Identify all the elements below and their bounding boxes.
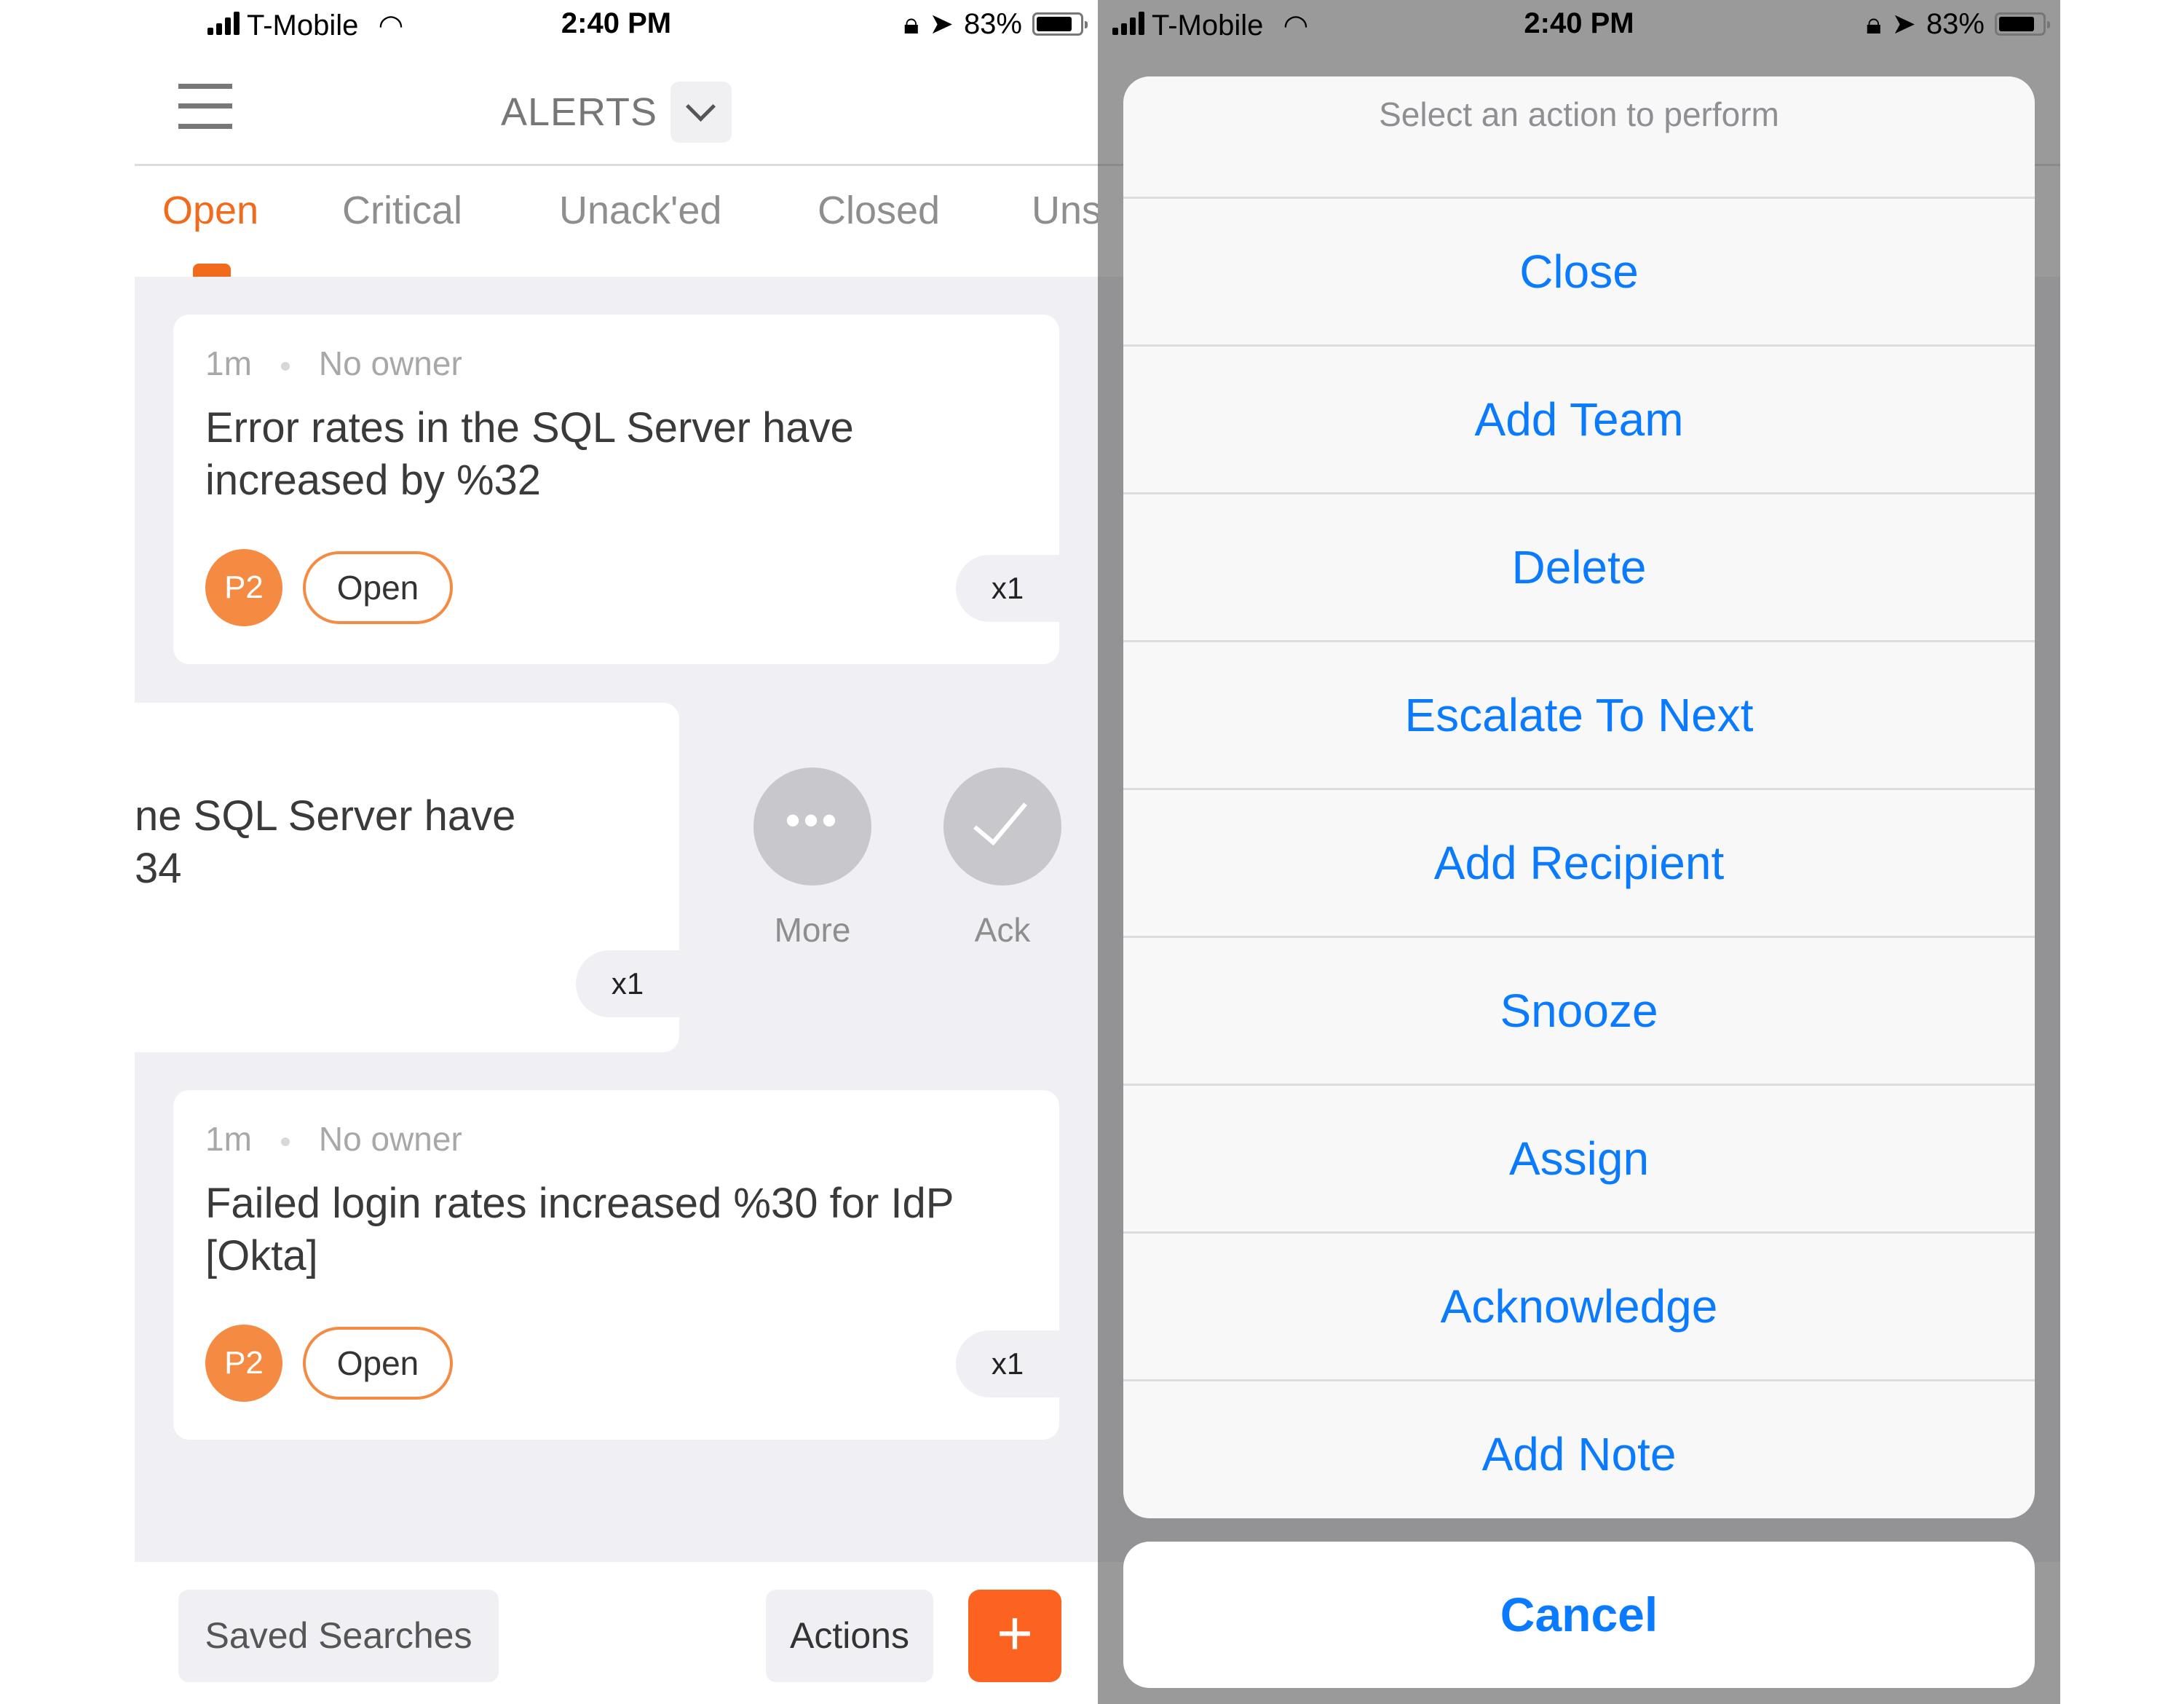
ack-label: Ack: [974, 911, 1031, 949]
page-title: ALERTS: [135, 82, 1098, 143]
add-alert-button[interactable]: +: [968, 1590, 1061, 1682]
count-badge: x1: [576, 950, 679, 1017]
chevron-down-icon[interactable]: [670, 82, 732, 143]
alert-age: 1m: [205, 344, 252, 382]
alert-card-swiped[interactable]: ne SQL Server have 34 x1: [135, 703, 679, 1052]
alert-meta: 1m No owner: [205, 1119, 462, 1159]
bottom-toolbar: Saved Searches Actions +: [135, 1562, 1098, 1704]
battery-icon: [1995, 12, 2050, 36]
status-badge: Open: [303, 551, 453, 624]
plus-icon: +: [996, 1598, 1034, 1668]
priority-badge: P2: [205, 549, 282, 626]
orientation-lock-icon: 🔒︎: [1866, 7, 1882, 40]
alert-meta: 1m No owner: [205, 344, 462, 383]
action-acknowledge[interactable]: Acknowledge: [1123, 1231, 2035, 1379]
active-tab-indicator: [193, 264, 231, 277]
tab-unseen[interactable]: Uns: [1032, 188, 1098, 233]
status-right: 🔒︎ ➤ 83%: [1866, 7, 2050, 41]
alert-list: 1m No owner Error rates in the SQL Server…: [135, 277, 1098, 1562]
saved-searches-button[interactable]: Saved Searches: [178, 1590, 499, 1682]
orientation-lock-icon: 🔒︎: [903, 7, 919, 40]
action-add-note[interactable]: Add Note: [1123, 1379, 2035, 1518]
action-sheet: Select an action to perform Close Add Te…: [1123, 76, 2035, 1518]
actions-button[interactable]: Actions: [766, 1590, 933, 1682]
battery-percent: 83%: [963, 7, 1022, 40]
tab-critical[interactable]: Critical: [342, 188, 462, 233]
action-add-team[interactable]: Add Team: [1123, 344, 2035, 492]
checkmark-icon: [973, 788, 1027, 846]
cancel-button[interactable]: Cancel: [1123, 1542, 2035, 1688]
separator-dot: [280, 361, 290, 371]
more-dots-icon: •••: [785, 796, 840, 845]
page-title-text: ALERTS: [500, 90, 658, 134]
action-sheet-title: Select an action to perform: [1379, 95, 1779, 133]
status-right: 🔒︎ ➤ 83%: [903, 7, 1088, 41]
tab-closed[interactable]: Closed: [818, 188, 940, 233]
more-label: More: [774, 911, 851, 949]
separator-dot: [280, 1137, 290, 1146]
action-add-recipient[interactable]: Add Recipient: [1123, 788, 2035, 936]
alert-card[interactable]: 1m No owner Failed login rates increased …: [173, 1090, 1059, 1440]
alert-owner: No owner: [318, 344, 462, 382]
status-bar: T-Mobile ◠ 2:40 PM 🔒︎ ➤ 83%: [1098, 0, 2060, 55]
location-icon: ➤: [929, 8, 954, 40]
alert-owner: No owner: [318, 1120, 462, 1158]
status-badge: Open: [303, 1327, 453, 1400]
more-button[interactable]: •••: [753, 768, 871, 885]
status-bar: T-Mobile ◠ 2:40 PM 🔒︎ ➤ 83%: [135, 0, 1098, 55]
action-close[interactable]: Close: [1123, 197, 2035, 344]
action-sheet-screen: T-Mobile ◠ 2:40 PM 🔒︎ ➤ 83% Select an ac…: [1098, 0, 2060, 1704]
alert-card[interactable]: 1m No owner Error rates in the SQL Server…: [173, 315, 1059, 664]
action-escalate-to-next[interactable]: Escalate To Next: [1123, 640, 2035, 788]
alerts-screen: T-Mobile ◠ 2:40 PM 🔒︎ ➤ 83% ALERTS Open …: [135, 0, 1098, 1704]
battery-icon: [1032, 12, 1088, 36]
tab-unacked[interactable]: Unack'ed: [559, 188, 721, 233]
alert-message: Error rates in the SQL Server have incre…: [205, 404, 854, 504]
tab-bar: Open Critical Unack'ed Closed Uns: [135, 166, 1098, 277]
tab-open[interactable]: Open: [162, 188, 258, 233]
action-delete[interactable]: Delete: [1123, 492, 2035, 640]
alert-age: 1m: [205, 1120, 252, 1158]
count-badge: x1: [956, 555, 1059, 622]
action-assign[interactable]: Assign: [1123, 1084, 2035, 1231]
battery-percent: 83%: [1926, 7, 1985, 40]
location-icon: ➤: [1891, 8, 1916, 40]
ack-button[interactable]: [943, 768, 1061, 885]
priority-badge: P2: [205, 1325, 282, 1402]
count-badge: x1: [956, 1330, 1059, 1397]
action-snooze[interactable]: Snooze: [1123, 936, 2035, 1084]
alert-message: Failed login rates increased %30 for IdP…: [205, 1180, 954, 1279]
